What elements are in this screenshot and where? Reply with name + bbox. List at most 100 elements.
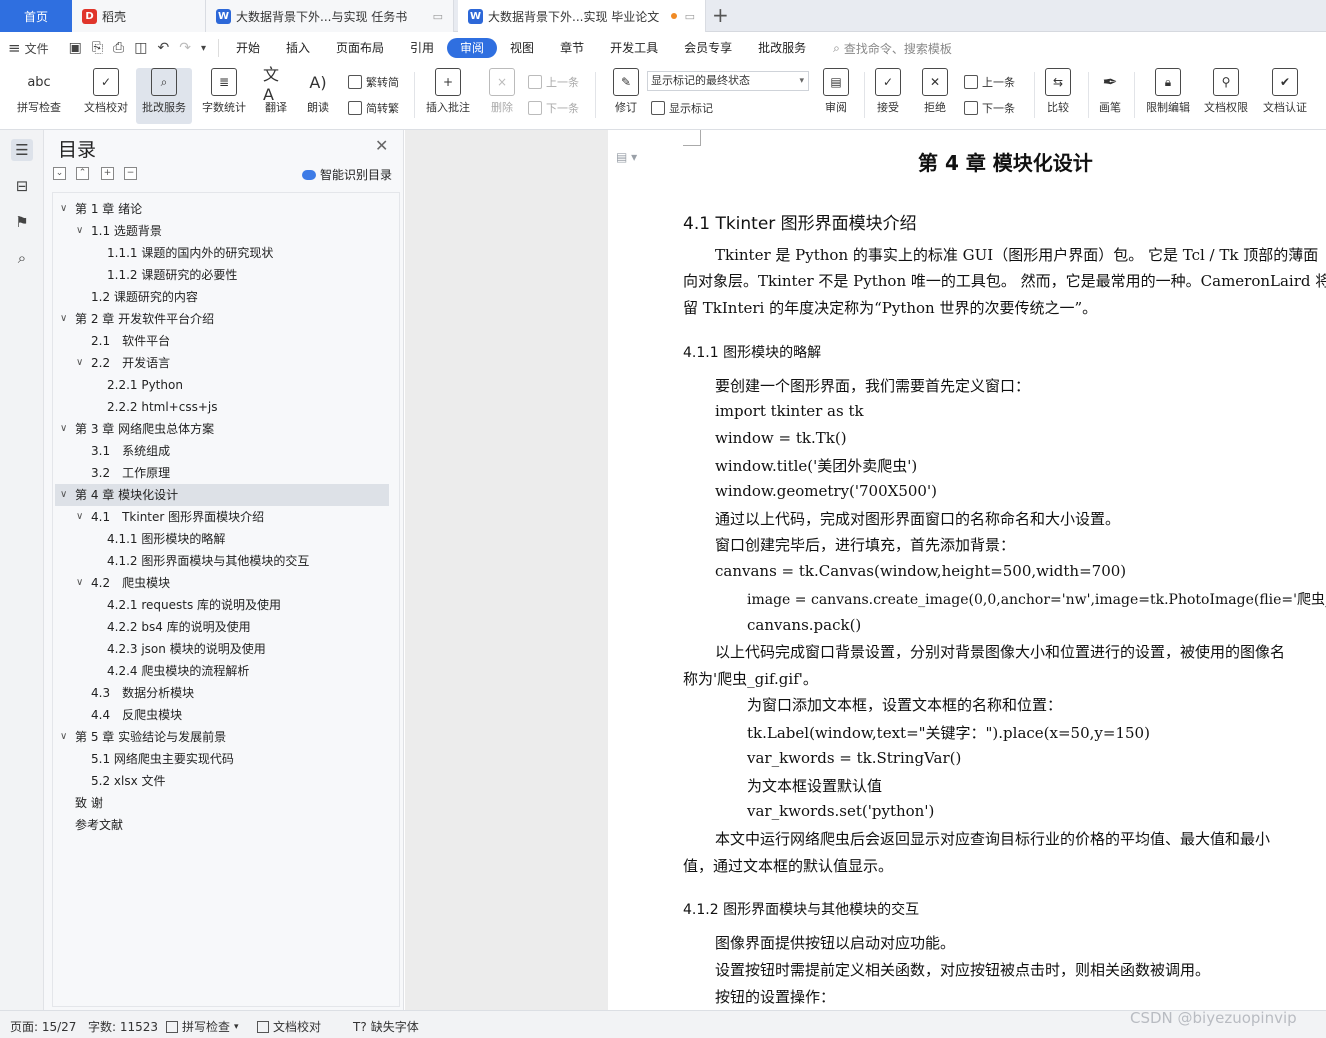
toc-item-selected[interactable]: ∨ 第 4 章 模块化设计 [55,484,389,506]
next-comment-button[interactable]: 下一条 [528,99,579,117]
export-pdf-icon[interactable]: ⎘ [92,40,103,56]
toc-item[interactable]: 4.4 反爬虫模块 [91,704,182,726]
toc-item[interactable]: 参考文献 [75,814,123,836]
doc-proof-button[interactable]: ✓ 文档校对 [78,68,134,124]
tab-thesis-doc[interactable]: W 大数据背景下外...实现 毕业论文 ▭ [458,0,706,32]
menu-references[interactable]: 引用 [397,38,447,58]
markup-state-select[interactable]: 显示标记的最终状态 ▾ [647,71,809,91]
chapter-nav-icon[interactable]: ⊟ [11,175,33,197]
redo-icon[interactable]: ↷ [179,40,191,56]
toc-item[interactable]: 3.2 工作原理 [91,462,170,484]
toc-item[interactable]: ∨ 第 2 章 开发软件平台介绍 [60,308,214,330]
word-count-button[interactable]: ≣ 字数统计 [196,68,252,124]
status-missing-font[interactable]: T? 缺失字体 [353,1018,419,1035]
prev-comment-button[interactable]: 上一条 [528,73,579,91]
toc-item[interactable]: 3.1 系统组成 [91,440,170,462]
toc-item[interactable]: 4.3 数据分析模块 [91,682,194,704]
toc-item[interactable]: ∨ 4.2 爬虫模块 [76,572,170,594]
status-spellcheck[interactable]: 拼写检查 ▾ [166,1018,239,1035]
reject-button[interactable]: ✕ 拒绝 [907,68,963,124]
bookmark-icon[interactable]: ⚑ [11,211,33,233]
delete-comment-button[interactable]: × 删除 [474,68,530,124]
document-content[interactable]: 第 4 章 模块化设计 4.1 Tkinter 图形界面模块介绍 Tkinter… [683,130,1326,1010]
search-icon[interactable]: ⌕ [11,247,33,269]
track-changes-button[interactable]: ✎ 修订 [598,68,654,124]
collapse-all-icon[interactable]: ⌄ [53,167,66,180]
tab-daoke[interactable]: D 稻壳 [72,0,206,32]
print-icon[interactable]: ⎙ [113,40,124,56]
expand-up-icon[interactable]: ⌃ [76,167,89,180]
file-menu[interactable]: 文件 [25,40,49,57]
toc-item[interactable]: 2.2.2 html+css+js [107,396,217,418]
show-markup-icon [651,101,665,115]
save-icon[interactable]: ▣ [69,40,82,56]
menu-view[interactable]: 视图 [497,38,547,58]
show-markup-button[interactable]: 显示标记 [651,99,713,117]
toc-item[interactable]: 1.1.1 课题的国内外的研究现状 [107,242,273,264]
menu-vip[interactable]: 会员专享 [671,38,745,58]
toc-item[interactable]: 1.1.2 课题研究的必要性 [107,264,237,286]
toc-item[interactable]: 4.2.2 bs4 库的说明及使用 [107,616,251,638]
toc-item[interactable]: 4.2.4 爬虫模块的流程解析 [107,660,249,682]
status-doc-proof[interactable]: 文档校对 [257,1018,321,1035]
toc-item[interactable]: 4.2.1 requests 库的说明及使用 [107,594,281,616]
window-icon[interactable]: ▭ [433,10,443,23]
toc-item[interactable]: 4.2.3 json 模块的说明及使用 [107,638,266,660]
toc-item[interactable]: 1.2 课题研究的内容 [91,286,198,308]
toc-item[interactable]: 5.2 xlsx 文件 [91,770,166,792]
toc-item[interactable]: 致 谢 [75,792,103,814]
toc-item[interactable]: 2.2.1 Python [107,374,183,396]
page-nav-icon[interactable]: ▤ ▾ [616,150,637,164]
new-tab-plus-icon[interactable]: + [712,4,729,26]
read-aloud-button[interactable]: A) 朗读 [290,68,346,124]
toc-item[interactable]: 2.1 软件平台 [91,330,170,352]
revise-service-button[interactable]: ⌕ 批改服务 [136,68,192,124]
doc-cert-button[interactable]: ✔ 文档认证 [1255,68,1315,124]
undo-icon[interactable]: ↶ [157,40,169,56]
word-count-indicator[interactable]: 字数: 11523 [88,1018,158,1035]
hamburger-icon[interactable]: ≡ [8,39,21,57]
menu-chapter[interactable]: 章节 [547,38,597,58]
smart-toc-button[interactable]: 智能识别目录 [302,166,392,183]
insert-comment-button[interactable]: + 插入批注 [420,68,476,124]
pen-button[interactable]: ✒ 画笔 [1082,68,1138,124]
toc-item[interactable]: ∨ 4.1 Tkinter 图形界面模块介绍 [76,506,264,528]
toc-item[interactable]: ∨ 第 5 章 实验结论与发展前景 [60,726,226,748]
simp-to-trad-button[interactable]: 简转繁 [348,99,399,117]
add-heading-icon[interactable]: + [101,167,114,180]
window-icon[interactable]: ▭ [685,10,695,23]
compare-button[interactable]: ⇆ 比较 [1030,68,1086,124]
prev-change-button[interactable]: 上一条 [964,73,1015,91]
tab-home[interactable]: 首页 [0,0,72,32]
toc-item-label: 2.2 开发语言 [91,356,171,370]
doc-rights-button[interactable]: ⚲ 文档权限 [1196,68,1256,124]
command-search[interactable]: ⌕ 查找命令、搜索模板 [833,40,952,57]
trad-to-simp-button[interactable]: 繁转简 [348,73,399,91]
print-preview-icon[interactable]: ◫ [134,40,147,56]
trad-to-simp-icon [348,75,362,89]
toc-item[interactable]: ∨ 第 3 章 网络爬虫总体方案 [60,418,214,440]
toc-item[interactable]: 5.1 网络爬虫主要实现代码 [91,748,234,770]
toc-item[interactable]: 4.1.2 图形界面模块与其他模块的交互 [107,550,309,572]
page-indicator[interactable]: 页面: 15/27 [10,1018,76,1035]
remove-heading-icon[interactable]: − [124,167,137,180]
menu-revise-service[interactable]: 批改服务 [745,38,819,58]
menu-review[interactable]: 审阅 [447,38,498,58]
toc-item[interactable]: 4.1.1 图形模块的略解 [107,528,225,550]
spellcheck-button[interactable]: abc 拼写检查 [8,68,70,124]
menu-developer[interactable]: 开发工具 [597,38,671,58]
toc-item[interactable]: ∨ 1.1 选题背景 [76,220,162,242]
more-chevron-icon[interactable]: ▾ [201,43,206,54]
restrict-edit-button[interactable]: 🔒︎ 限制编辑 [1138,68,1198,124]
close-icon[interactable]: ✕ [375,136,388,155]
toc-item[interactable]: ∨ 2.2 开发语言 [76,352,171,374]
toc-panel-icon[interactable]: ☰ [11,139,33,161]
next-change-button[interactable]: 下一条 [964,99,1015,117]
menu-start[interactable]: 开始 [223,38,273,58]
menu-page-layout[interactable]: 页面布局 [323,38,397,58]
toc-item[interactable]: ∨ 第 1 章 绪论 [60,198,142,220]
menu-insert[interactable]: 插入 [273,38,323,58]
tab-task-doc[interactable]: W 大数据背景下外...与实现 任务书 ▭ [206,0,454,32]
status-spellcheck-label: 拼写检查 [182,1020,231,1034]
review-pane-button[interactable]: ▤ 审阅 [808,68,864,124]
